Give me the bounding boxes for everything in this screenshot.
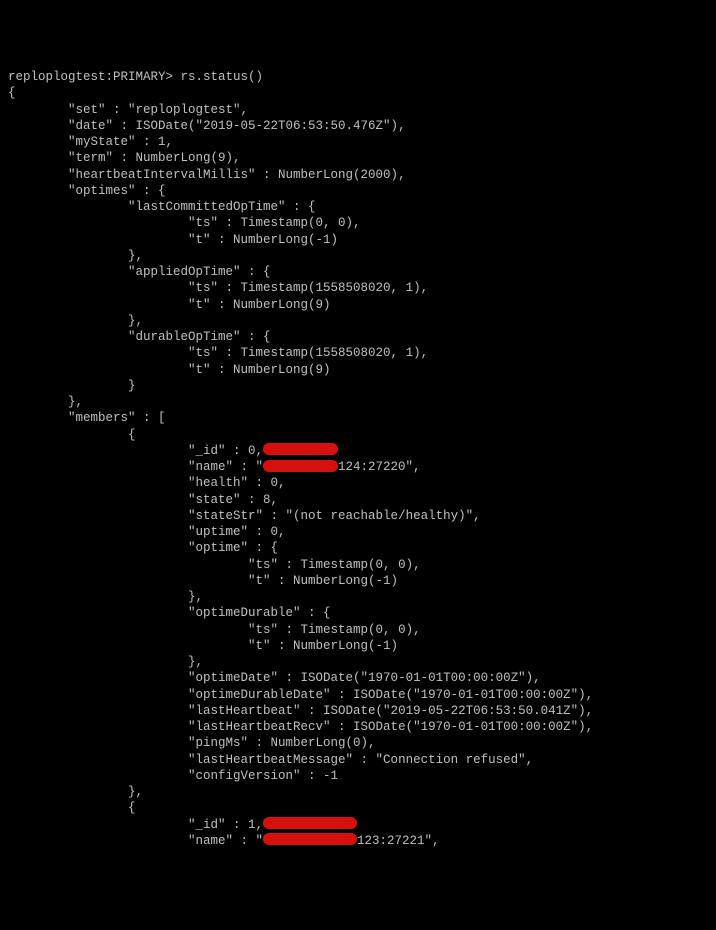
kv-members-open: "members" : [ [8, 411, 166, 425]
kv-lastcommitted-t: "t" : NumberLong(-1) [8, 233, 338, 247]
kv-set: "set" : "reploplogtest", [8, 103, 248, 117]
kv-durable-ts: "ts" : Timestamp(1558508020, 1), [8, 346, 428, 360]
kv-lastcommitted-open: "lastCommittedOpTime" : { [8, 200, 316, 214]
kv-applied-open: "appliedOpTime" : { [8, 265, 271, 279]
kv-heartbeat-interval: "heartbeatIntervalMillis" : NumberLong(2… [8, 168, 406, 182]
command-input[interactable]: rs.status() [181, 70, 264, 84]
kv-durable-open: "durableOpTime" : { [8, 330, 271, 344]
kv-member0-optimedurable-close: }, [8, 655, 203, 669]
kv-term: "term" : NumberLong(9), [8, 151, 241, 165]
kv-member0-lastheartbeatmsg: "lastHeartbeatMessage" : "Connection ref… [8, 753, 533, 767]
terminal-output: reploplogtest:PRIMARY> rs.status() { "se… [8, 69, 708, 849]
kv-optimes-open: "optimes" : { [8, 184, 166, 198]
kv-member1-open: { [8, 801, 136, 815]
kv-member0-id: "_id" : 0, [8, 444, 263, 458]
kv-member0-lastheartbeatrecv: "lastHeartbeatRecv" : ISODate("1970-01-0… [8, 720, 593, 734]
redaction-mark-member1-name [263, 833, 357, 845]
kv-member0-optime-close: }, [8, 590, 203, 604]
kv-member0-optimedate: "optimeDate" : ISODate("1970-01-01T00:00… [8, 671, 541, 685]
redaction-mark-member0-name [263, 460, 338, 472]
kv-member0-optimedurable-t: "t" : NumberLong(-1) [8, 639, 398, 653]
kv-applied-close: }, [8, 314, 143, 328]
kv-mystate: "myState" : 1, [8, 135, 173, 149]
kv-member0-health: "health" : 0, [8, 476, 286, 490]
kv-durable-t: "t" : NumberLong(9) [8, 363, 331, 377]
kv-member0-optimedurable-ts: "ts" : Timestamp(0, 0), [8, 623, 421, 637]
kv-member0-configversion: "configVersion" : -1 [8, 769, 338, 783]
kv-member1-name-suffix: 123:27221", [357, 834, 440, 848]
kv-member1-name-prefix: "name" : " [8, 834, 263, 848]
kv-lastcommitted-ts: "ts" : Timestamp(0, 0), [8, 216, 361, 230]
kv-member0-pingms: "pingMs" : NumberLong(0), [8, 736, 376, 750]
shell-prompt: reploplogtest:PRIMARY> [8, 70, 173, 84]
kv-member0-open: { [8, 428, 136, 442]
kv-optimes-close: }, [8, 395, 83, 409]
kv-member0-state: "state" : 8, [8, 493, 278, 507]
kv-member0-name-prefix: "name" : " [8, 460, 263, 474]
kv-member0-uptime: "uptime" : 0, [8, 525, 286, 539]
kv-member0-optimedurable-open: "optimeDurable" : { [8, 606, 331, 620]
kv-member0-optime-open: "optime" : { [8, 541, 278, 555]
kv-applied-t: "t" : NumberLong(9) [8, 298, 331, 312]
kv-member0-statestr: "stateStr" : "(not reachable/healthy)", [8, 509, 481, 523]
kv-member0-optimedurabledate: "optimeDurableDate" : ISODate("1970-01-0… [8, 688, 593, 702]
kv-member0-close: }, [8, 785, 143, 799]
kv-member0-name-suffix: 124:27220", [338, 460, 421, 474]
redaction-mark-member1-id [263, 817, 357, 829]
kv-member0-optime-t: "t" : NumberLong(-1) [8, 574, 398, 588]
redaction-mark-member0-id [263, 443, 338, 455]
kv-applied-ts: "ts" : Timestamp(1558508020, 1), [8, 281, 428, 295]
kv-durable-close: } [8, 379, 136, 393]
kv-date: "date" : ISODate("2019-05-22T06:53:50.47… [8, 119, 406, 133]
kv-lastcommitted-close: }, [8, 249, 143, 263]
kv-member1-id: "_id" : 1, [8, 818, 263, 832]
kv-member0-optime-ts: "ts" : Timestamp(0, 0), [8, 558, 421, 572]
json-open-brace: { [8, 86, 16, 100]
kv-member0-lastheartbeat: "lastHeartbeat" : ISODate("2019-05-22T06… [8, 704, 593, 718]
